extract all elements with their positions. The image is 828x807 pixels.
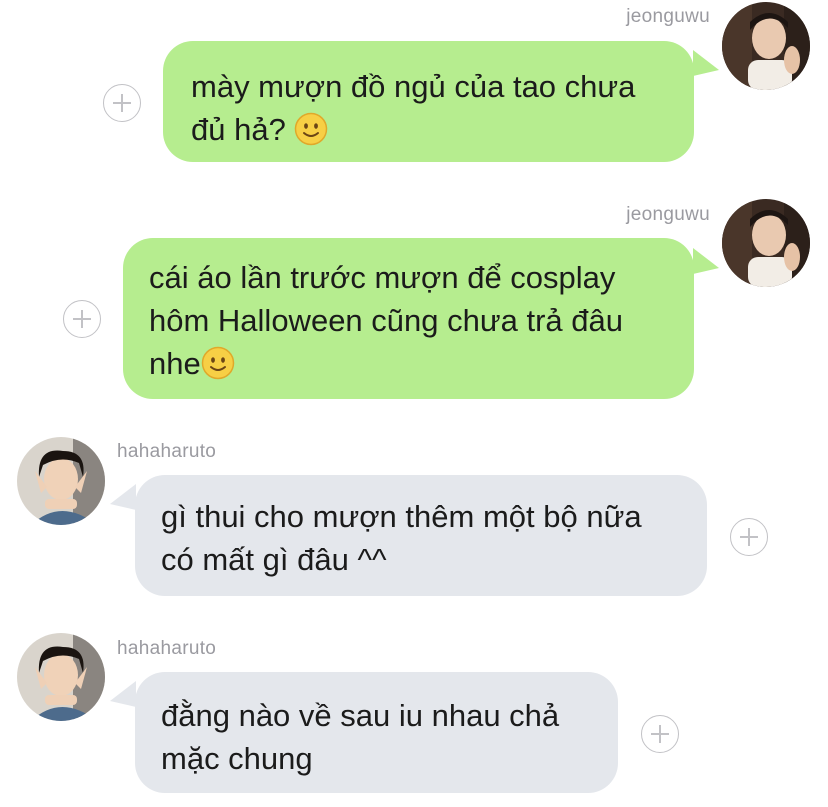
message-bubble[interactable]: mày mượn đồ ngủ của tao chưa đủ hả?: [163, 41, 694, 162]
bubble-tail: [110, 681, 136, 707]
bubble-tail: [693, 248, 719, 274]
message-bubble[interactable]: cái áo lần trước mượn để cosplay hôm Hal…: [123, 238, 694, 399]
sender-name: hahaharuto: [117, 638, 217, 659]
add-reaction-button[interactable]: [730, 518, 768, 556]
slightly-smiling-face-icon: [201, 346, 235, 380]
message-line: đủ hả?: [191, 112, 286, 147]
avatar[interactable]: [722, 2, 810, 90]
message-bubble[interactable]: gì thui cho mượn thêm một bộ nữa có mất …: [135, 475, 707, 596]
message-line-with-emoji: nhe: [149, 342, 668, 385]
sender-name: hahaharuto: [117, 441, 217, 462]
message-line: cái áo lần trước mượn để cosplay: [149, 260, 616, 295]
message-line: nhe: [149, 346, 201, 381]
add-reaction-button[interactable]: [63, 300, 101, 338]
sender-name: jeonguwu: [626, 6, 710, 27]
add-reaction-button[interactable]: [641, 715, 679, 753]
avatar[interactable]: [17, 633, 105, 721]
message-line: mặc chung: [161, 741, 313, 776]
avatar[interactable]: [722, 199, 810, 287]
message-line: gì thui cho mượn thêm một bộ nữa: [161, 499, 642, 534]
slightly-smiling-face-icon: [294, 112, 328, 146]
sender-name: jeonguwu: [626, 204, 710, 225]
bubble-tail: [110, 484, 136, 510]
message-line: đằng nào về sau iu nhau chả: [161, 698, 560, 733]
message-line: mày mượn đồ ngủ của tao chưa: [191, 69, 636, 104]
message-line: hôm Halloween cũng chưa trả đâu: [149, 303, 623, 338]
avatar[interactable]: [17, 437, 105, 525]
message-bubble[interactable]: đằng nào về sau iu nhau chả mặc chung: [135, 672, 618, 793]
bubble-tail: [693, 50, 719, 76]
message-line-with-emoji: đủ hả?: [191, 108, 666, 151]
add-reaction-button[interactable]: [103, 84, 141, 122]
message-line: có mất gì đâu ^^: [161, 542, 387, 577]
